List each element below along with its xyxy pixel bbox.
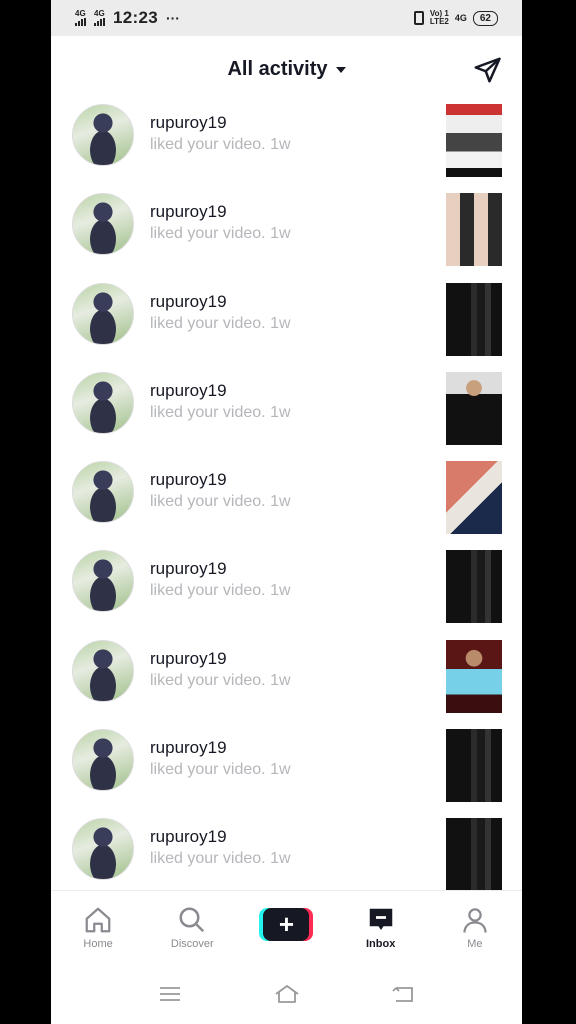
bottom-tab-bar: Home Discover + Inbox Me (51, 890, 522, 963)
activity-item[interactable]: rupuroy19 liked your video. 1w (51, 191, 522, 280)
activity-item[interactable]: rupuroy19 liked your video. 1w (51, 727, 522, 816)
tab-label: Discover (170, 937, 214, 950)
tab-me[interactable]: Me (430, 905, 520, 950)
signal-1: 4G (75, 10, 86, 26)
back-icon[interactable] (390, 983, 418, 1005)
activity-text: liked your video. 1w (150, 850, 291, 868)
tab-label: Home (83, 937, 113, 950)
avatar[interactable] (72, 104, 134, 166)
avatar[interactable] (72, 461, 134, 524)
status-bar: 4G 4G 12:23 ··· Vo) 1 LTE2 4G 62 (51, 0, 522, 36)
activity-item[interactable]: rupuroy19 liked your video. 1w (51, 281, 522, 370)
create-button[interactable]: + (259, 907, 314, 941)
activity-item[interactable]: rupuroy19 liked your video. 1w (51, 370, 522, 459)
activity-text: liked your video. 1w (150, 225, 291, 243)
video-thumbnail[interactable] (446, 639, 502, 713)
avatar[interactable] (72, 729, 134, 792)
activity-item[interactable]: rupuroy19 liked your video. 1w (51, 638, 522, 727)
tab-inbox[interactable]: Inbox (336, 905, 426, 950)
video-thumbnail[interactable] (446, 104, 502, 177)
activity-text: liked your video. 1w (150, 136, 291, 153)
username[interactable]: rupuroy19 (150, 381, 227, 401)
video-thumbnail[interactable] (446, 818, 502, 892)
inbox-header: All activity (51, 36, 522, 102)
username[interactable]: rupuroy19 (150, 292, 227, 312)
activity-item[interactable]: rupuroy19 liked your video. 1w (51, 102, 522, 191)
username[interactable]: rupuroy19 (150, 470, 227, 490)
home-nav-icon[interactable] (273, 983, 301, 1005)
tab-discover[interactable]: Discover (147, 905, 237, 950)
username[interactable]: rupuroy19 (150, 559, 227, 579)
avatar[interactable] (72, 639, 134, 702)
profile-icon (463, 907, 487, 933)
activity-text: liked your video. 1w (150, 582, 291, 600)
video-thumbnail[interactable] (446, 282, 502, 356)
tab-home[interactable]: Home (53, 905, 143, 950)
video-thumbnail[interactable] (446, 461, 502, 535)
username[interactable]: rupuroy19 (150, 827, 227, 847)
send-icon[interactable] (472, 55, 502, 85)
tab-create[interactable]: + (241, 907, 331, 947)
video-thumbnail[interactable] (446, 729, 502, 803)
activity-text: liked your video. 1w (150, 761, 291, 779)
activity-text: liked your video. 1w (150, 314, 291, 332)
avatar[interactable] (72, 818, 134, 881)
video-thumbnail[interactable] (446, 371, 502, 445)
avatar[interactable] (72, 282, 134, 345)
activity-list: rupuroy19 liked your video. 1w rupuroy19… (51, 102, 522, 906)
activity-text: liked your video. 1w (150, 671, 291, 689)
home-icon (85, 907, 111, 932)
username[interactable]: rupuroy19 (150, 202, 227, 222)
avatar[interactable] (72, 193, 134, 256)
page-title: All activity (227, 57, 328, 80)
username[interactable]: rupuroy19 (150, 738, 227, 758)
phone-screen: 4G 4G 12:23 ··· Vo) 1 LTE2 4G 62 All acti… (51, 0, 522, 1024)
activity-text: liked your video. 1w (150, 403, 291, 421)
avatar[interactable] (72, 550, 134, 613)
tab-label: Inbox (365, 937, 396, 950)
activity-item[interactable]: rupuroy19 liked your video. 1w (51, 459, 522, 548)
clock: 12:23 (113, 8, 158, 27)
username[interactable]: rupuroy19 (150, 113, 227, 133)
vibrate-icon (413, 11, 424, 25)
inbox-icon (369, 908, 392, 930)
battery-indicator: 62 (472, 10, 498, 26)
avatar[interactable] (72, 371, 134, 434)
more-notifications: ··· (165, 10, 180, 26)
video-thumbnail[interactable] (446, 193, 502, 267)
volte-indicator: Vo) 1 LTE2 (429, 9, 449, 26)
activity-filter-dropdown[interactable]: All activity (227, 57, 346, 81)
search-icon (179, 907, 205, 932)
tab-label: Me (467, 937, 483, 950)
activity-text: liked your video. 1w (150, 493, 291, 511)
video-thumbnail[interactable] (446, 550, 502, 624)
menu-icon[interactable] (156, 983, 184, 1005)
plus-icon: + (263, 907, 310, 941)
network-type: 4G (454, 13, 467, 23)
activity-item[interactable]: rupuroy19 liked your video. 1w (51, 548, 522, 637)
signal-2: 4G (94, 10, 105, 26)
caret-down-icon (335, 67, 346, 73)
username[interactable]: rupuroy19 (150, 649, 227, 669)
system-nav-bar (51, 963, 522, 1024)
